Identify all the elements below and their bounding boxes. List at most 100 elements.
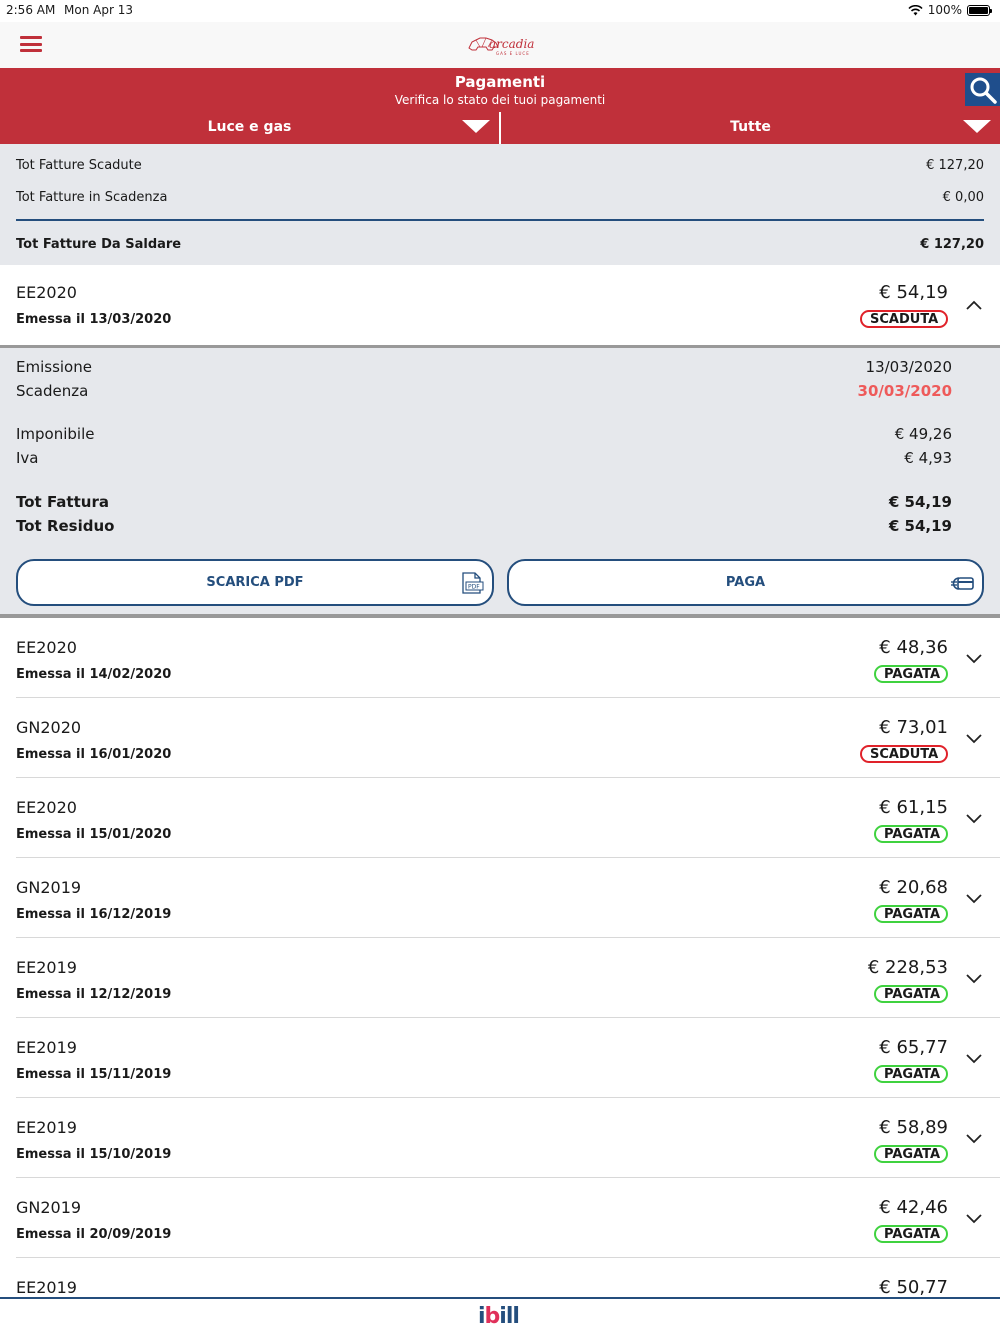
invoice-code: EE2020 <box>16 798 77 817</box>
detail-value: € 54,19 <box>888 493 952 511</box>
ibill-logo: ibill <box>478 1304 520 1329</box>
invoice-amount: € 73,01 <box>879 717 948 738</box>
summary-divider <box>16 219 984 221</box>
status-date: Mon Apr 13 <box>64 3 133 17</box>
invoice-code: EE2020 <box>16 638 77 657</box>
invoice-code: GN2019 <box>16 1198 82 1217</box>
detail-label: Iva <box>16 449 39 467</box>
pay-button[interactable]: PAGA <box>507 559 984 606</box>
menu-icon[interactable] <box>20 36 42 52</box>
logo-text: arcadia <box>489 37 535 51</box>
detail-row-scadenza: Scadenza 30/03/2020 <box>16 382 952 400</box>
svg-text:PDF: PDF <box>468 584 480 591</box>
invoice-code: EE2019 <box>16 1038 77 1057</box>
summary-value: € 127,20 <box>920 237 984 252</box>
detail-value: € 49,26 <box>894 425 952 443</box>
search-icon <box>970 77 997 104</box>
invoice-date: Emessa il 12/12/2019 <box>16 987 172 1002</box>
invoice-code: GN2020 <box>16 718 82 737</box>
logo-subtext: GAS E LUCE <box>496 51 530 56</box>
invoice-item[interactable]: GN2019 Emessa il 20/09/2019 € 42,46 PAGA… <box>0 1178 1000 1258</box>
chevron-down-icon[interactable] <box>966 1211 982 1227</box>
download-pdf-label: SCARICA PDF <box>206 575 304 590</box>
detail-label: Emissione <box>16 358 92 376</box>
invoice-amount: € 50,77 <box>879 1277 948 1298</box>
page-header: Pagamenti Verifica lo stato dei tuoi pag… <box>0 68 1000 144</box>
invoice-item[interactable]: EE2020 Emessa il 14/02/2020 € 48,36 PAGA… <box>0 618 1000 698</box>
filter-service-label: Luce e gas <box>207 119 292 135</box>
detail-value-due: 30/03/2020 <box>857 382 952 400</box>
detail-row-tot-fattura: Tot Fattura € 54,19 <box>16 493 952 511</box>
invoice-amount: € 65,77 <box>879 1037 948 1058</box>
caret-down-icon <box>462 120 490 133</box>
invoice-amount: € 54,19 <box>879 282 948 303</box>
invoice-item[interactable]: GN2020 Emessa il 16/01/2020 € 73,01 SCAD… <box>0 698 1000 778</box>
filter-status-dropdown[interactable]: Tutte <box>501 114 1000 144</box>
status-badge: PAGATA <box>874 1145 948 1163</box>
invoice-code: GN2019 <box>16 878 82 897</box>
chevron-down-icon[interactable] <box>966 811 982 827</box>
filter-service-dropdown[interactable]: Luce e gas <box>0 114 499 144</box>
status-badge: PAGATA <box>874 1225 948 1243</box>
chevron-down-icon[interactable] <box>966 971 982 987</box>
invoice-code: EE2019 <box>16 1118 77 1137</box>
invoice-amount: € 228,53 <box>867 957 948 978</box>
chevron-up-icon[interactable] <box>966 297 982 313</box>
invoice-item-expanded[interactable]: EE2020 Emessa il 13/03/2020 € 54,19 SCAD… <box>0 265 1000 345</box>
status-badge: PAGATA <box>874 825 948 843</box>
arcadia-logo: arcadia GAS E LUCE <box>466 30 536 58</box>
pdf-icon: PDF <box>462 572 484 594</box>
detail-value: 13/03/2020 <box>865 358 952 376</box>
invoice-code: EE2019 <box>16 958 77 977</box>
status-badge: PAGATA <box>874 1065 948 1083</box>
summary-label: Tot Fatture Scadute <box>16 158 142 173</box>
credit-card-euro-icon <box>951 577 974 590</box>
invoice-item[interactable]: EE2019 Emessa il 15/11/2019 € 65,77 PAGA… <box>0 1018 1000 1098</box>
invoice-code: EE2020 <box>16 283 77 302</box>
search-button[interactable] <box>965 73 1000 106</box>
invoice-date: Emessa il 16/01/2020 <box>16 747 172 762</box>
invoice-list: EE2020 Emessa il 14/02/2020 € 48,36 PAGA… <box>0 618 1000 1298</box>
invoice-item[interactable]: EE2020 Emessa il 15/01/2020 € 61,15 PAGA… <box>0 778 1000 858</box>
invoice-item[interactable]: GN2019 Emessa il 16/12/2019 € 20,68 PAGA… <box>0 858 1000 938</box>
detail-value: € 4,93 <box>904 449 952 467</box>
detail-row-iva: Iva € 4,93 <box>16 449 952 467</box>
detail-label: Scadenza <box>16 382 89 400</box>
invoice-date: Emessa il 15/11/2019 <box>16 1067 172 1082</box>
invoice-item[interactable]: EE2019 Emessa il 15/10/2019 € 58,89 PAGA… <box>0 1098 1000 1178</box>
chevron-down-icon[interactable] <box>966 651 982 667</box>
detail-label: Tot Residuo <box>16 517 115 535</box>
invoice-amount: € 61,15 <box>879 797 948 818</box>
detail-row-tot-residuo: Tot Residuo € 54,19 <box>16 517 952 535</box>
detail-row-imponibile: Imponibile € 49,26 <box>16 425 952 443</box>
summary-value: € 0,00 <box>942 190 984 205</box>
status-badge: PAGATA <box>874 905 948 923</box>
invoice-amount: € 42,46 <box>879 1197 948 1218</box>
status-badge: PAGATA <box>874 985 948 1003</box>
chevron-down-icon[interactable] <box>966 891 982 907</box>
status-time: 2:56 AM <box>6 3 56 17</box>
pay-label: PAGA <box>725 575 766 590</box>
chevron-down-icon[interactable] <box>966 1131 982 1147</box>
chevron-down-icon[interactable] <box>966 1051 982 1067</box>
summary-panel: Tot Fatture Scadute € 127,20 Tot Fatture… <box>0 144 1000 265</box>
invoice-item[interactable]: EE2019 € 50,77 <box>0 1258 1000 1298</box>
invoice-date: Emessa il 20/09/2019 <box>16 1227 172 1242</box>
invoice-date: Emessa il 14/02/2020 <box>16 667 172 682</box>
download-pdf-button[interactable]: SCARICA PDF PDF <box>16 559 494 606</box>
detail-row-emissione: Emissione 13/03/2020 <box>16 358 952 376</box>
summary-row-in-scadenza: Tot Fatture in Scadenza € 0,00 <box>16 190 984 205</box>
navbar: arcadia GAS E LUCE <box>0 22 1000 68</box>
invoice-date: Emessa il 15/01/2020 <box>16 827 172 842</box>
status-bar: 2:56 AM Mon Apr 13 100% <box>0 0 1000 22</box>
chevron-down-icon[interactable] <box>966 731 982 747</box>
detail-label: Tot Fattura <box>16 493 109 511</box>
summary-row-da-saldare: Tot Fatture Da Saldare € 127,20 <box>16 237 984 252</box>
page-title: Pagamenti <box>454 73 546 91</box>
battery-percent: 100% <box>927 3 962 17</box>
page-subtitle: Verifica lo stato dei tuoi pagamenti <box>394 93 606 107</box>
invoice-amount: € 58,89 <box>879 1117 948 1138</box>
brand-part: ill <box>499 1304 520 1329</box>
invoice-item[interactable]: EE2019 Emessa il 12/12/2019 € 228,53 PAG… <box>0 938 1000 1018</box>
detail-label: Imponibile <box>16 425 95 443</box>
